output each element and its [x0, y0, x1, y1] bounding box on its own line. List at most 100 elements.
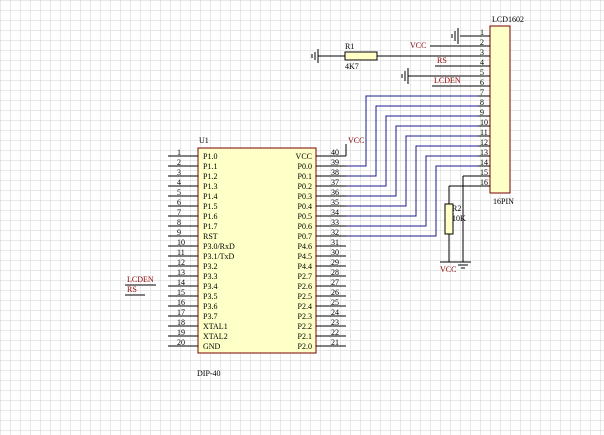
ic-pin-name: P3.2 — [203, 262, 217, 271]
ic-pin-name: P4.5 — [298, 252, 312, 261]
ic-pin-number: 37 — [331, 178, 339, 187]
ic-pin-name: XTAL1 — [203, 322, 228, 331]
lcd-pin-number: 13 — [480, 148, 488, 157]
ic-pin-name: P2.0 — [298, 342, 312, 351]
ic-pin-number: 16 — [177, 298, 185, 307]
ic-pin-number: 12 — [177, 258, 185, 267]
ic-pin-number: 10 — [177, 238, 185, 247]
ic-pin-number: 9 — [177, 228, 181, 237]
lcden-net-label-lcd: LCDEN — [434, 76, 461, 85]
ic-pin-number: 33 — [331, 218, 339, 227]
ic-pin-number: 14 — [177, 278, 185, 287]
ic-pin-number: 28 — [331, 268, 339, 277]
ic-pin-name: P0.6 — [298, 222, 312, 231]
ic-pin-name: P2.3 — [298, 312, 312, 321]
r2-ref-label: R2 — [452, 204, 461, 213]
ic-pin-number: 40 — [331, 148, 339, 157]
ic-pin-name: P2.5 — [298, 292, 312, 301]
lcd-pin-number: 7 — [480, 88, 484, 97]
ic-pin-name: P3.5 — [203, 292, 217, 301]
lcd-pin-number: 12 — [480, 138, 488, 147]
ic-pin-number: 5 — [177, 188, 181, 197]
ic-pin-number: 17 — [177, 308, 185, 317]
schematic-canvas: U1 DIP-40 1 P1.0 2 P1.1 3 P1.2 4 P1.3 5 P1.4 6 P1.5… — [0, 0, 604, 435]
ic-pin-name: P3.6 — [203, 302, 217, 311]
ic-pin-name: P1.4 — [203, 192, 217, 201]
lcd-pin-number: 9 — [480, 108, 484, 117]
ic-pin-name: P2.2 — [298, 322, 312, 331]
lcd-pin-number: 3 — [480, 48, 484, 57]
ic-pin-name: P0.4 — [298, 202, 312, 211]
ic-pin-number: 35 — [331, 198, 339, 207]
ic-pin-number: 36 — [331, 188, 339, 197]
r1-body — [344, 51, 378, 61]
ic-pin-number: 34 — [331, 208, 339, 217]
ic-pin-number: 22 — [331, 328, 339, 337]
lcd-pin-number: 10 — [480, 118, 488, 127]
ic-pin-number: 1 — [177, 148, 181, 157]
r1-value-label: 4K7 — [345, 62, 359, 71]
ic-pin-number: 7 — [177, 208, 181, 217]
ic-pin-number: 8 — [177, 218, 181, 227]
lcd-pin-number: 6 — [480, 78, 484, 87]
ic-pin-name: P0.7 — [298, 232, 312, 241]
ic-pin-name: P1.1 — [203, 162, 217, 171]
ic-pin-number: 11 — [177, 248, 185, 257]
ic-pin-name: XTAL2 — [203, 332, 228, 341]
ic-pin-name: P1.5 — [203, 202, 217, 211]
ic-pin-number: 26 — [331, 288, 339, 297]
ic-pin-number: 19 — [177, 328, 185, 337]
lcd-ref-label: LCD1602 — [492, 15, 524, 24]
ic-pin-number: 20 — [177, 338, 185, 347]
ic-pin-name: P3.4 — [203, 282, 217, 291]
ic-pin-number: 15 — [177, 288, 185, 297]
ic-pin-name: P1.6 — [203, 212, 217, 221]
ic-pin-name: P4.6 — [298, 242, 312, 251]
vcc-net-label-top: VCC — [410, 41, 426, 50]
ic-pin-name: P4.4 — [298, 262, 312, 271]
ic-pin-number: 3 — [177, 168, 181, 177]
lcd-pin-number: 14 — [480, 158, 488, 167]
ic-pin-name: P0.3 — [298, 192, 312, 201]
lcd-body — [489, 25, 511, 194]
lcd-pin-number: 5 — [480, 68, 484, 77]
ic-pin-name: RST — [203, 232, 218, 241]
ic-ref-label: U1 — [199, 136, 209, 145]
ic-pin-name: P1.3 — [203, 182, 217, 191]
ic-pin-name: P2.6 — [298, 282, 312, 291]
ic-pin-number: 29 — [331, 258, 339, 267]
ic-pin-name: P3.1/TxD — [203, 252, 235, 261]
ic-pin-name: P2.1 — [298, 332, 312, 341]
ic-pin-number: 4 — [177, 178, 181, 187]
ic-pin-number: 2 — [177, 158, 181, 167]
ic-pin-name: VCC — [296, 152, 312, 161]
vcc-net-label-r2: VCC — [440, 265, 456, 274]
lcden-net-label-ic: LCDEN — [127, 275, 154, 284]
ic-pin-name: P3.0/RxD — [203, 242, 235, 251]
r2-value-label: 10K — [452, 214, 466, 223]
ic-pin-name: P3.7 — [203, 312, 217, 321]
rs-net-label-lcd: RS — [437, 56, 447, 65]
ic-package-label: DIP-40 — [197, 369, 221, 378]
ic-pin-number: 21 — [331, 338, 339, 347]
ic-pin-name: P1.7 — [203, 222, 217, 231]
ic-pin-number: 32 — [331, 228, 339, 237]
ic-pin-number: 23 — [331, 318, 339, 327]
lcd-package-label: 16PIN — [493, 197, 514, 206]
ic-pin-number: 27 — [331, 278, 339, 287]
ic-pin-name: P2.4 — [298, 302, 312, 311]
ic-pin-number: 13 — [177, 268, 185, 277]
lcd-pin-number: 4 — [480, 58, 484, 67]
lcd-pin-number: 16 — [480, 178, 488, 187]
ic-pin-name: P0.1 — [298, 172, 312, 181]
ic-pin-name: P1.0 — [203, 152, 217, 161]
lcd-pin-number: 11 — [480, 128, 488, 137]
ic-pin-name: P2.7 — [298, 272, 312, 281]
ic-pin-number: 24 — [331, 308, 339, 317]
ic-pin-number: 6 — [177, 198, 181, 207]
ic-pin-name: P1.2 — [203, 172, 217, 181]
rs-net-label-ic: RS — [127, 285, 137, 294]
ic-pin-number: 25 — [331, 298, 339, 307]
lcd-pin-number: 8 — [480, 98, 484, 107]
lcd-pin-number: 2 — [480, 38, 484, 47]
